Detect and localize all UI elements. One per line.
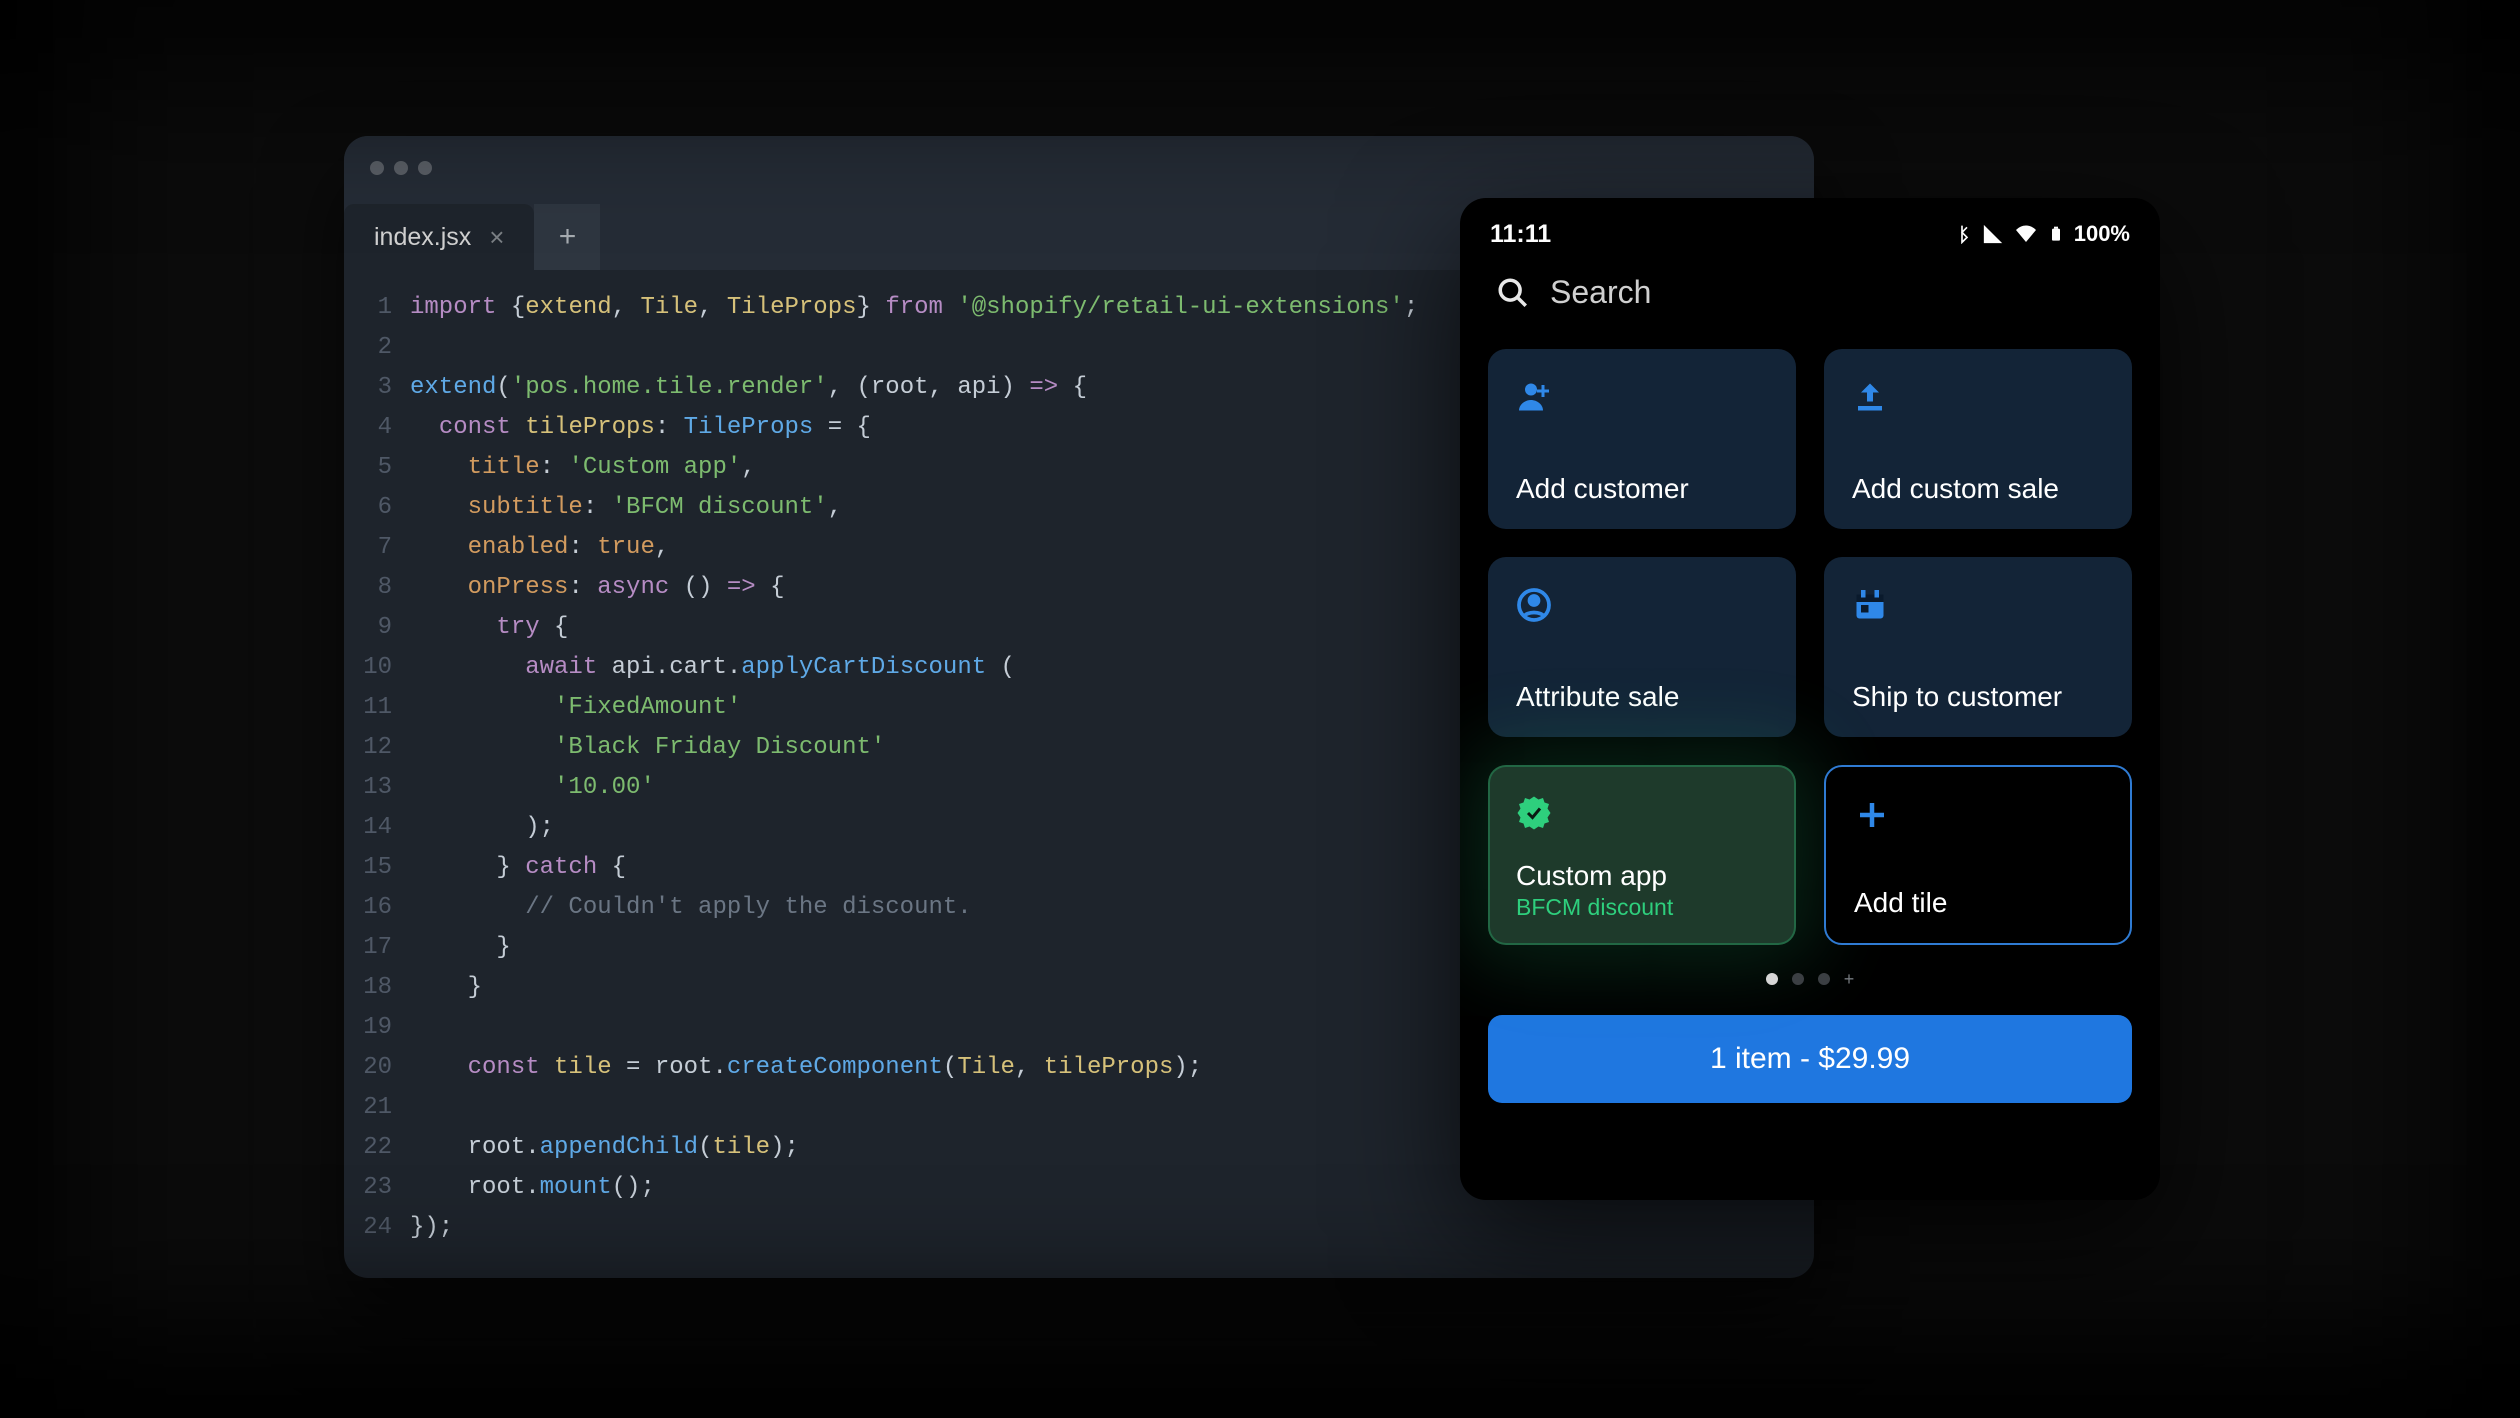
tile-label: Ship to customer (1852, 681, 2104, 713)
window-titlebar (344, 136, 1814, 200)
tiles-grid: Add customer Add custom sale Attribute s… (1460, 323, 2160, 945)
tile-label: Add tile (1854, 887, 2102, 919)
tab-filename: index.jsx (374, 223, 471, 252)
bluetooth-icon (1952, 224, 1972, 244)
phone-statusbar: 11:11 100% (1460, 198, 2160, 254)
pager-dot-active[interactable] (1766, 973, 1778, 985)
calendar-icon (1852, 587, 2104, 627)
plus-icon (1854, 797, 2102, 837)
cellular-icon (1982, 223, 2004, 245)
tile-label: Add custom sale (1852, 473, 2104, 505)
checkout-button[interactable]: 1 item - $29.99 (1488, 1015, 2132, 1103)
line-number-gutter: 123456789101112131415161718192021222324 (344, 288, 410, 1248)
tile-subtitle: BFCM discount (1516, 894, 1768, 921)
tile-custom-app[interactable]: Custom app BFCM discount (1488, 765, 1796, 945)
search-row[interactable]: Search (1460, 254, 2160, 323)
tile-ship-to-customer[interactable]: Ship to customer (1824, 557, 2132, 737)
window-control-zoom[interactable] (418, 161, 432, 175)
upload-icon (1852, 379, 2104, 419)
tile-add-tile[interactable]: Add tile (1824, 765, 2132, 945)
window-control-minimize[interactable] (394, 161, 408, 175)
search-icon (1496, 276, 1530, 310)
window-control-close[interactable] (370, 161, 384, 175)
checkout-label: 1 item - $29.99 (1710, 1042, 1910, 1076)
editor-tab-active[interactable]: index.jsx × (344, 204, 534, 270)
search-placeholder: Search (1550, 274, 1651, 311)
pager-add-icon[interactable]: + (1844, 973, 1855, 985)
tile-attribute-sale[interactable]: Attribute sale (1488, 557, 1796, 737)
wifi-icon (2014, 222, 2038, 246)
pager-dot[interactable] (1792, 973, 1804, 985)
battery-icon (2048, 222, 2064, 246)
person-icon (1516, 379, 1768, 419)
pager-dot[interactable] (1818, 973, 1830, 985)
status-time: 11:11 (1490, 220, 1551, 249)
new-tab-button[interactable]: + (534, 204, 600, 270)
page-indicator: + (1460, 945, 2160, 989)
tile-label: Add customer (1516, 473, 1768, 505)
tile-label: Custom app (1516, 860, 1768, 892)
battery-percent: 100% (2074, 221, 2130, 247)
user-circle-icon (1516, 587, 1768, 627)
tile-add-custom-sale[interactable]: Add custom sale (1824, 349, 2132, 529)
verified-badge-icon (1516, 795, 1768, 835)
phone-preview: 11:11 100% Search Add customer (1460, 198, 2160, 1200)
tile-add-customer[interactable]: Add customer (1488, 349, 1796, 529)
status-icons: 100% (1952, 221, 2130, 247)
close-icon[interactable]: × (489, 222, 504, 253)
tile-label: Attribute sale (1516, 681, 1768, 713)
